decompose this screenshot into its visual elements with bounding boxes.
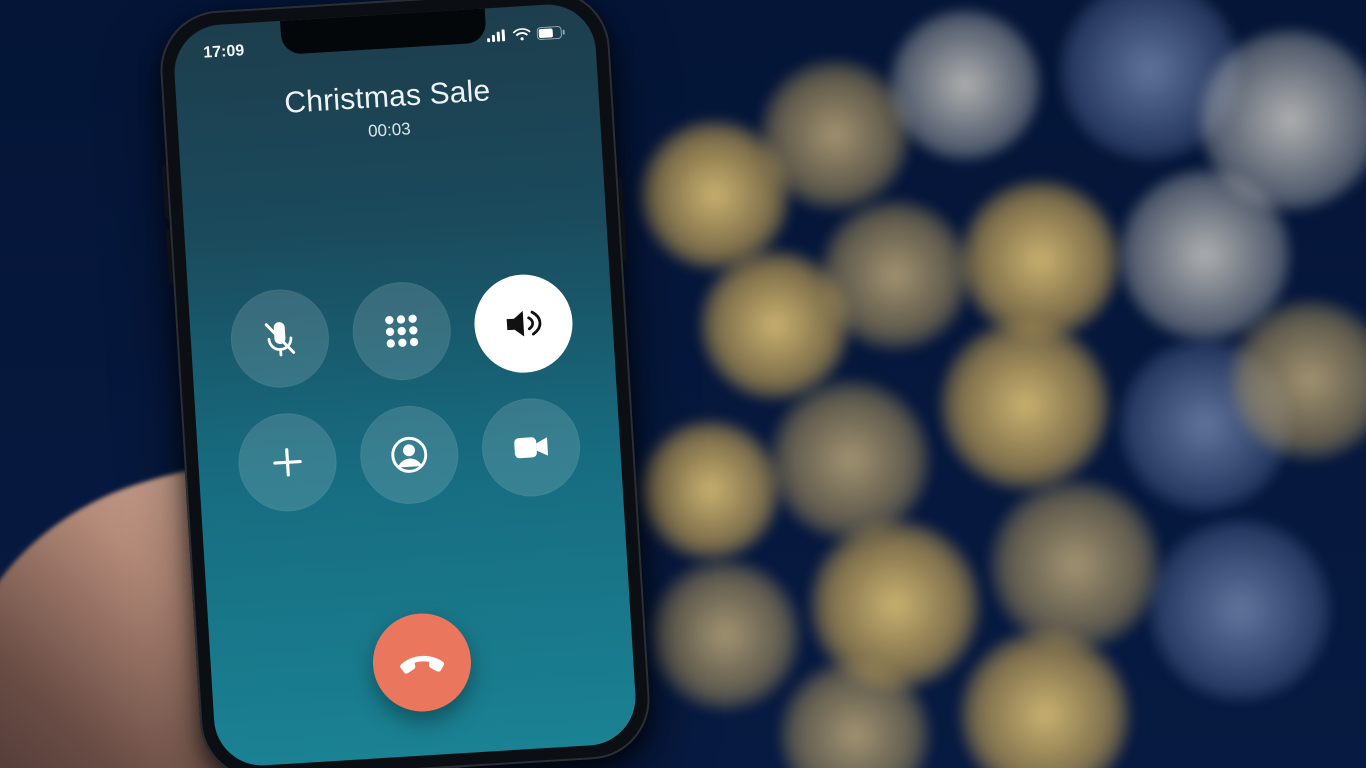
speaker-icon: [500, 300, 547, 347]
status-time: 17:09: [203, 42, 245, 62]
contact-icon: [386, 432, 433, 479]
contacts-button[interactable]: [357, 403, 461, 507]
speaker-button[interactable]: [472, 272, 576, 376]
cellular-icon: [487, 29, 508, 42]
plus-icon: [267, 442, 307, 482]
status-indicators: [486, 25, 565, 43]
mic-off-icon: [257, 315, 304, 362]
facetime-button[interactable]: [479, 396, 583, 500]
battery-icon: [536, 25, 565, 40]
hang-up-icon: [394, 635, 449, 690]
video-icon: [508, 424, 555, 471]
call-actions-grid: [229, 272, 582, 514]
keypad-icon: [381, 310, 423, 352]
mute-button[interactable]: [228, 287, 332, 391]
wifi-icon: [512, 27, 531, 41]
caller-info: Christmas Sale 00:03: [176, 68, 601, 154]
keypad-button[interactable]: [350, 279, 454, 383]
add-call-button[interactable]: [236, 410, 340, 514]
phone-screen: 17:09: [172, 2, 639, 768]
end-call-button[interactable]: [370, 611, 474, 715]
phone: 17:09: [157, 0, 653, 768]
